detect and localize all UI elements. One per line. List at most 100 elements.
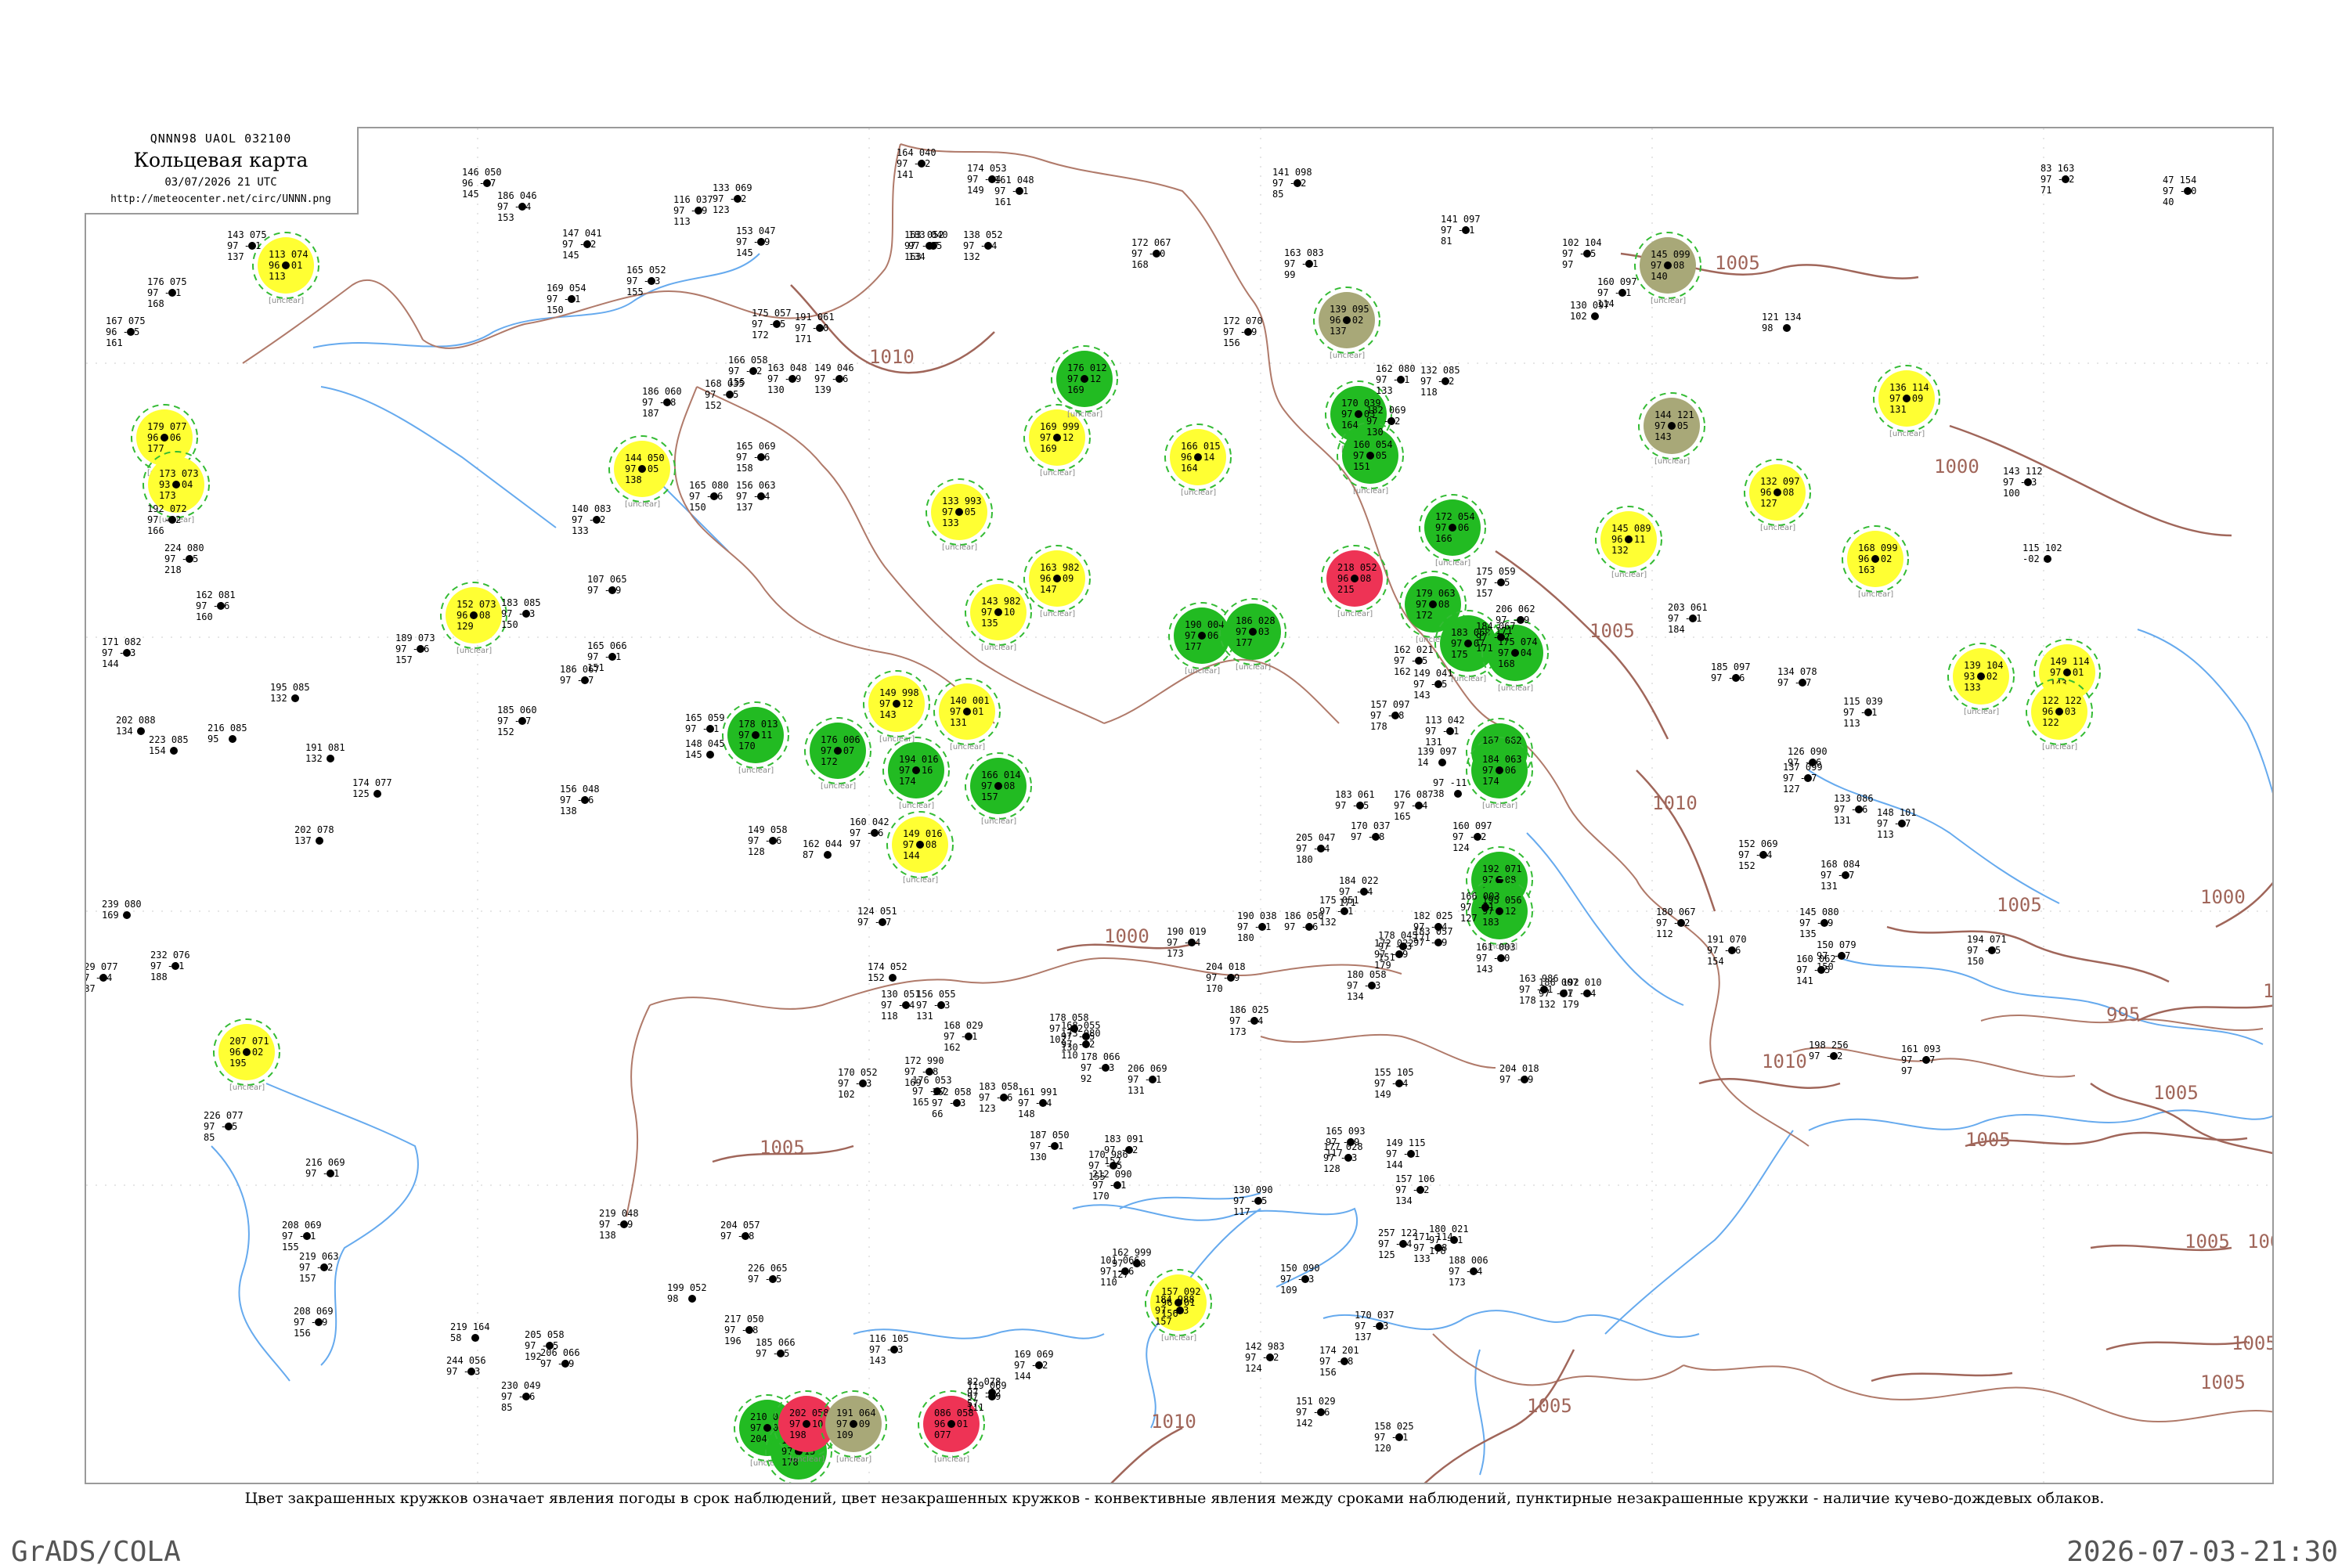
- plain-station[interactable]: 180 06797 -02112: [1656, 907, 1696, 939]
- plain-station[interactable]: 175 05997 -05157: [1476, 566, 1516, 599]
- plain-station[interactable]: 164 04097 -02141: [897, 147, 936, 180]
- plain-station[interactable]: 244 05697 -13: [446, 1355, 486, 1377]
- plain-station[interactable]: 192 07297 -02166: [147, 503, 187, 536]
- station-olive[interactable]: 139 09596 -02137 [unclear]: [1313, 287, 1380, 360]
- plain-station[interactable]: 186 05097 -06: [1284, 910, 1324, 932]
- plain-station[interactable]: 186 02597 -14173: [1229, 1004, 1269, 1037]
- station-green[interactable]: 166 01497 -08157 [unclear]: [965, 752, 1032, 826]
- plain-station[interactable]: 83 16397 -1271: [2040, 163, 2074, 196]
- plain-station[interactable]: 172 07097 -09156: [1223, 315, 1263, 348]
- station-green[interactable]: 178 01397 -11170 [unclear]: [722, 701, 789, 775]
- plain-station[interactable]: 156 04897 -06138: [560, 784, 600, 816]
- plain-station[interactable]: 170 03797 -08: [1351, 820, 1391, 842]
- plain-station[interactable]: 162 05897 -0366: [932, 1087, 972, 1119]
- plain-station[interactable]: 168 02997 -11162: [944, 1020, 983, 1053]
- plain-station[interactable]: 161 99197 -14148: [1018, 1087, 1058, 1119]
- plain-station[interactable]: 171 08297 -03144: [102, 636, 142, 669]
- station-green[interactable]: 172 05497 -06166 [unclear]: [1419, 494, 1486, 568]
- plain-station[interactable]: 162 08097 -11133: [1376, 363, 1416, 396]
- plain-station[interactable]: 161 04897 -01161: [994, 175, 1034, 207]
- station-yellow[interactable]: 149 99897 -12143 [unclear]: [863, 670, 930, 744]
- plain-station[interactable]: 183 08597 -03150: [501, 597, 541, 630]
- plain-station[interactable]: 152 06997 -04152: [1738, 838, 1778, 871]
- station-yellow[interactable]: 166 01596 -14164 [unclear]: [1164, 424, 1232, 497]
- plain-station[interactable]: 156 05597 -13131: [916, 989, 956, 1022]
- plain-station[interactable]: 163 08397 -1199: [1284, 247, 1324, 280]
- plain-station[interactable]: 188 00697 -04173: [1449, 1255, 1488, 1288]
- plain-station[interactable]: 232 07697 -01188: [150, 950, 190, 982]
- plain-station[interactable]: 167 07596 -05161: [106, 315, 146, 348]
- plain-station[interactable]: 202 088134: [116, 715, 156, 737]
- plain-station[interactable]: 47 15497 -1040: [2163, 175, 2196, 207]
- plain-station[interactable]: 204 01897 -09170: [1206, 961, 1246, 994]
- plain-station[interactable]: 169 06997 -02144: [1014, 1349, 1054, 1382]
- station-green[interactable]: 176 00697 -07172 [unclear]: [804, 717, 871, 791]
- station-yellow[interactable]: 163 98296 -09147 [unclear]: [1023, 545, 1091, 618]
- plain-station[interactable]: 176 07597 -01168: [147, 276, 187, 309]
- plain-station[interactable]: 191 06197 -10171: [795, 312, 835, 344]
- station-red[interactable]: 218 05296 -08215 [unclear]: [1321, 545, 1388, 618]
- plain-station[interactable]: 203 06197 -11184: [1668, 602, 1708, 635]
- station-yellow[interactable]: 143 98297 -10135 [unclear]: [965, 579, 1032, 652]
- station-yellow[interactable]: 168 09996 -02163 [unclear]: [1842, 525, 1909, 599]
- plain-station[interactable]: 230 04997 -0685: [501, 1380, 541, 1413]
- plain-station[interactable]: 165 08097 -06150: [689, 480, 729, 513]
- plain-station[interactable]: 226 07797 -0585: [204, 1110, 244, 1143]
- plain-station[interactable]: 166 05897 -02155: [728, 355, 768, 387]
- plain-station[interactable]: 190 01997 -14173: [1167, 926, 1207, 959]
- plain-station[interactable]: 150 09097 -13109: [1280, 1263, 1320, 1296]
- plain-station[interactable]: 148 045145: [685, 738, 725, 760]
- plain-station[interactable]: 165 05997 -11: [685, 712, 725, 734]
- plain-station[interactable]: 141 09897 -1285: [1272, 167, 1312, 200]
- plain-station[interactable]: 124 05197 -07: [857, 906, 897, 928]
- plain-station[interactable]: 185 06097 -07152: [497, 705, 537, 737]
- plain-station[interactable]: 216 08595: [207, 723, 247, 744]
- station-yellow[interactable]: 145 08996 -11132 [unclear]: [1595, 506, 1662, 579]
- plain-station[interactable]: 175 05797 -05172: [752, 308, 792, 341]
- station-yellow[interactable]: 136 11497 -09131 [unclear]: [1873, 365, 1940, 438]
- plain-station[interactable]: 165 05297 -03155: [626, 265, 666, 297]
- station-yellow[interactable]: 133 99397 -05133 [unclear]: [926, 478, 993, 552]
- plain-station[interactable]: 160 09797 -02124: [1452, 820, 1492, 853]
- plain-station[interactable]: 130 05197 -04118: [881, 989, 921, 1022]
- plain-station[interactable]: 183 06197 -05: [1335, 789, 1375, 811]
- plain-station[interactable]: 204 05797 -08: [720, 1220, 760, 1242]
- plain-station[interactable]: 158 02597 -11120: [1374, 1421, 1414, 1454]
- plain-station[interactable]: 155 10597 -04149: [1374, 1067, 1414, 1100]
- plain-station[interactable]: 205 04797 -04180: [1296, 832, 1336, 865]
- plain-station[interactable]: 145 08097 -09135: [1799, 907, 1839, 939]
- plain-station[interactable]: 229 07797 -04187: [86, 961, 118, 994]
- plain-station[interactable]: 160 04297 -0697: [850, 816, 889, 849]
- plain-station[interactable]: 150 07997 -07150: [1817, 939, 1856, 972]
- plain-station[interactable]: 185 09797 -06: [1711, 661, 1751, 683]
- plain-station[interactable]: 149 05897 -06128: [748, 824, 788, 857]
- plain-station[interactable]: 133 08697 -06131: [1834, 793, 1874, 826]
- station-yellow[interactable]: 144 05097 -05138 [unclear]: [608, 435, 676, 509]
- plain-station[interactable]: 157 09797 -08178: [1370, 699, 1410, 732]
- plain-station[interactable]: 208 06997 -11155: [282, 1220, 322, 1253]
- plain-station[interactable]: 219 06397 -02157: [299, 1251, 339, 1284]
- plain-station[interactable]: 186 04697 -04153: [497, 190, 537, 223]
- plain-station[interactable]: 189 07397 -06157: [395, 633, 435, 665]
- plain-station[interactable]: 149 04697 -06139: [814, 362, 854, 395]
- plain-station[interactable]: 149 04197 -05143: [1413, 668, 1453, 701]
- map-url[interactable]: http://meteocenter.net/circ/UNNN.png: [85, 193, 357, 205]
- plain-station[interactable]: 224 08097 -05218: [164, 542, 204, 575]
- plain-station[interactable]: 107 06597 -09: [587, 574, 627, 596]
- plain-station[interactable]: 163 04897 -09130: [767, 362, 807, 395]
- plain-station[interactable]: 161 00397 -10143: [1476, 942, 1516, 975]
- plain-station[interactable]: 186 06097 -08187: [642, 386, 682, 419]
- plain-station[interactable]: 185 06697 -05: [756, 1337, 796, 1359]
- plain-station[interactable]: 97 -1138: [1433, 777, 1467, 799]
- plain-station[interactable]: 165 06997 -06158: [736, 441, 776, 474]
- plain-station[interactable]: 134 07897 -07: [1777, 666, 1817, 688]
- plain-station[interactable]: 113 04297 -11131: [1425, 715, 1465, 748]
- station-green[interactable]: 176 01297 -12169 [unclear]: [1051, 345, 1118, 419]
- plain-station[interactable]: 149 11597 -11144: [1386, 1137, 1426, 1170]
- plain-station[interactable]: 191 07097 -06154: [1707, 934, 1747, 967]
- plain-station[interactable]: 216 06997 -11: [305, 1157, 345, 1179]
- plain-station[interactable]: 172 06797 -10168: [1131, 237, 1171, 270]
- plain-station[interactable]: 168 08497 -07131: [1820, 859, 1860, 892]
- plain-station[interactable]: 153 04797 -09145: [736, 225, 776, 258]
- plain-station[interactable]: 147 04197 -02145: [562, 228, 602, 261]
